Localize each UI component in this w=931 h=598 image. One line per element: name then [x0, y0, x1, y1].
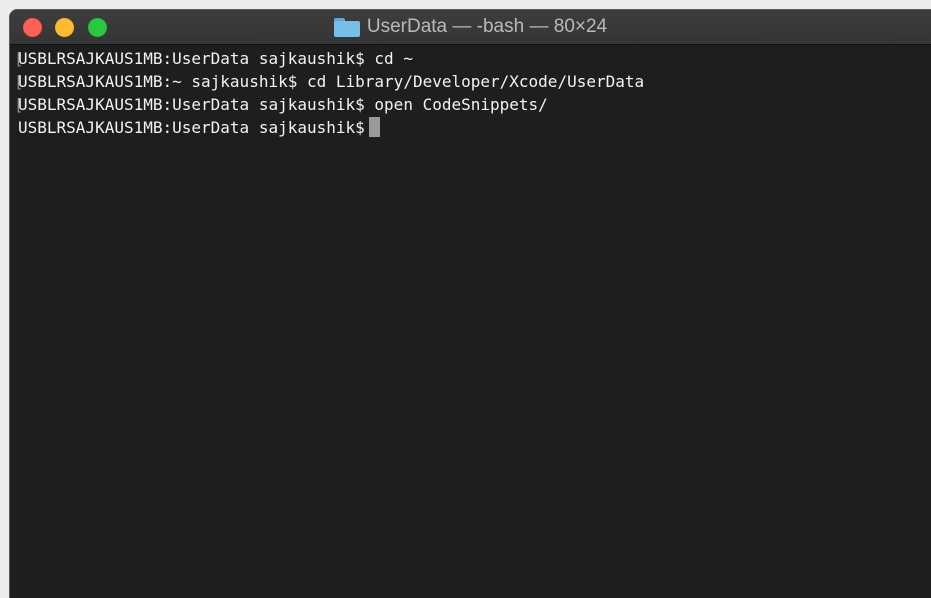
text-cursor: [368, 117, 380, 137]
terminal-line: [USBLRSAJKAUS1MB:UserData sajkaushik$ op…: [14, 93, 931, 116]
window-title-text: UserData — -bash — 80×24: [366, 16, 608, 37]
line-mark: [: [14, 72, 24, 91]
window-title: UserData — -bash — 80×24: [10, 10, 931, 44]
line-mark: [: [14, 95, 24, 114]
terminal-prompt-line[interactable]: USBLRSAJKAUS1MB:UserData sajkaushik$: [18, 116, 931, 139]
terminal-output[interactable]: [USBLRSAJKAUS1MB:UserData sajkaushik$ cd…: [10, 45, 931, 598]
title-bar[interactable]: UserData — -bash — 80×24: [10, 10, 931, 45]
line-text: USBLRSAJKAUS1MB:UserData sajkaushik$ cd …: [18, 49, 413, 68]
terminal-line: [USBLRSAJKAUS1MB:UserData sajkaushik$ cd…: [14, 47, 931, 70]
terminal-window: UserData — -bash — 80×24 [USBLRSAJKAUS1M…: [10, 10, 931, 598]
prompt-text: USBLRSAJKAUS1MB:UserData sajkaushik$: [18, 118, 365, 137]
line-mark: [: [14, 49, 24, 68]
line-text: USBLRSAJKAUS1MB:UserData sajkaushik$ ope…: [18, 95, 548, 114]
line-text: USBLRSAJKAUS1MB:~ sajkaushik$ cd Library…: [18, 72, 645, 91]
folder-icon: [333, 17, 360, 37]
terminal-line: [USBLRSAJKAUS1MB:~ sajkaushik$ cd Librar…: [14, 70, 931, 93]
